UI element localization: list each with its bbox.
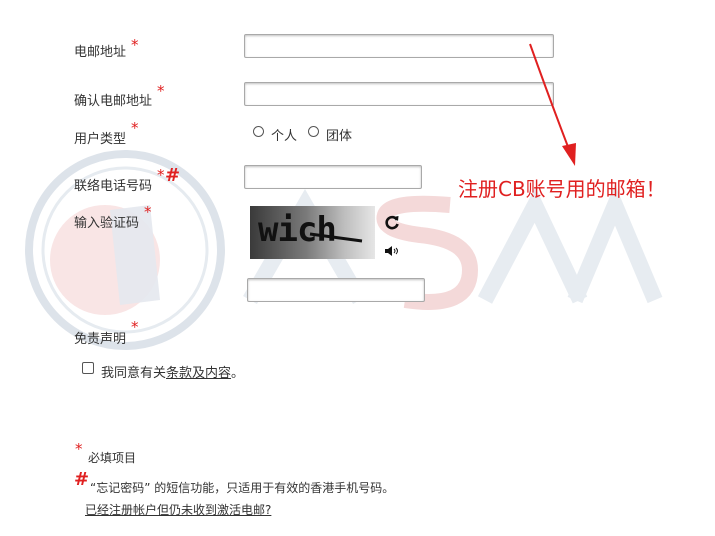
required-asterisk: * — [131, 36, 139, 54]
phone-input[interactable] — [244, 165, 422, 189]
hash-mark: # — [165, 165, 181, 186]
refresh-icon[interactable] — [383, 213, 401, 231]
agree-checkbox[interactable] — [82, 362, 94, 374]
required-asterisk: * — [131, 318, 139, 336]
required-asterisk: * — [144, 203, 152, 221]
required-asterisk: * — [157, 166, 165, 184]
captcha-image: wich — [250, 206, 375, 259]
agree-prefix: 我同意有关 — [101, 366, 167, 381]
hash-note: “忘记密码” 的短信功能，只适用于有效的香港手机号码。 — [90, 481, 395, 495]
required-asterisk: * — [75, 440, 83, 458]
terms-link[interactable]: 条款及内容 — [166, 366, 231, 381]
agree-text: 我同意有关条款及内容。 — [101, 362, 244, 381]
captcha-label: 输入验证码 — [74, 216, 140, 231]
required-note: 必填项目 — [88, 451, 137, 465]
agree-suffix: 。 — [231, 366, 245, 381]
required-asterisk: * — [131, 119, 139, 137]
user-type-group-label: 团体 — [326, 129, 353, 144]
email-input[interactable] — [244, 34, 554, 58]
captcha-input[interactable] — [247, 278, 425, 302]
confirm-email-input[interactable] — [244, 82, 554, 106]
annotation-text: 注册CB账号用的邮箱！ — [458, 177, 666, 201]
required-asterisk: * — [157, 82, 165, 100]
user-type-label: 用户类型 — [74, 132, 127, 147]
disclaimer-label: 免责声明 — [74, 332, 127, 347]
hash-mark: # — [74, 469, 90, 490]
captcha-noise — [309, 232, 363, 243]
user-type-individual-label: 个人 — [271, 129, 298, 144]
user-type-group-radio[interactable] — [308, 126, 319, 137]
phone-label: 联络电话号码 — [74, 179, 153, 194]
annotation-arrow — [529, 43, 576, 166]
resend-activation-link[interactable]: 已经注册帐户但仍未收到激活电邮? — [85, 501, 271, 518]
email-label: 电邮地址 — [74, 45, 127, 60]
user-type-individual-radio[interactable] — [253, 126, 264, 137]
audio-icon[interactable] — [384, 245, 400, 257]
confirm-email-label: 确认电邮地址 — [74, 94, 153, 109]
